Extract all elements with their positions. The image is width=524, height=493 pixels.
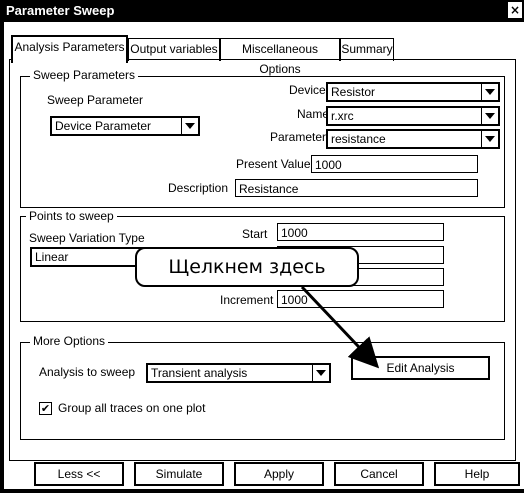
group-traces-label: Group all traces on one plot (58, 401, 206, 415)
tab-summary[interactable]: Summary (340, 38, 394, 61)
window-frame-bottom (0, 489, 524, 493)
sweep-parameter-label: Sweep Parameter (47, 93, 144, 107)
window-frame-left (0, 22, 4, 493)
description-label: Description (168, 181, 229, 195)
variation-type-label: Sweep Variation Type (29, 231, 145, 245)
window-title: Parameter Sweep (6, 3, 115, 18)
sweep-parameter-select[interactable]: Device Parameter (50, 116, 200, 136)
name-label: Name (297, 107, 330, 121)
less-button[interactable]: Less << (34, 462, 124, 486)
apply-button[interactable]: Apply (234, 462, 324, 486)
name-select[interactable]: r.xrc (326, 106, 500, 126)
tab-output-variables[interactable]: Output variables (128, 38, 220, 61)
description-field[interactable]: Resistance (235, 179, 478, 197)
start-label: Start (242, 227, 268, 241)
title-bar: Parameter Sweep × (0, 0, 524, 22)
chevron-down-icon[interactable] (481, 108, 498, 124)
device-select[interactable]: Resistor (326, 82, 500, 102)
sweep-parameter-value: Device Parameter (55, 119, 152, 133)
edit-analysis-button[interactable]: Edit Analysis (351, 356, 490, 380)
chevron-down-icon[interactable] (181, 118, 198, 134)
chevron-down-icon[interactable] (312, 365, 329, 381)
simulate-button[interactable]: Simulate (134, 462, 224, 486)
device-value: Resistor (331, 85, 376, 99)
present-value-label: Present Value (236, 157, 311, 171)
tab-miscellaneous-options[interactable]: Miscellaneous Options (220, 38, 340, 76)
parameter-label: Parameter (270, 130, 327, 144)
parameter-sweep-dialog: Parameter Sweep × Analysis Parameters Ou… (0, 0, 524, 493)
device-label: Device (289, 83, 326, 97)
analysis-to-sweep-select[interactable]: Transient analysis (146, 363, 331, 383)
more-options-legend: More Options (30, 334, 109, 348)
sweep-parameters-legend: Sweep Parameters (30, 68, 139, 82)
cancel-button[interactable]: Cancel (334, 462, 424, 486)
callout-annotation: Щелкнем здесь (135, 247, 359, 287)
tab-analysis-parameters[interactable]: Analysis Parameters (11, 35, 128, 63)
present-value-field[interactable]: 1000 (311, 155, 478, 173)
increment-label: Increment (220, 293, 274, 307)
group-traces-checkbox[interactable]: ✔ (39, 402, 52, 415)
analysis-to-sweep-label: Analysis to sweep (39, 365, 136, 379)
start-field[interactable]: 1000 (277, 223, 444, 241)
chevron-down-icon[interactable] (481, 131, 498, 147)
parameter-select[interactable]: resistance (326, 129, 500, 149)
name-value: r.xrc (331, 109, 354, 123)
increment-field[interactable]: 1000 (277, 290, 444, 308)
help-button[interactable]: Help (434, 462, 520, 486)
parameter-value: resistance (331, 132, 386, 146)
chevron-down-icon[interactable] (481, 84, 498, 100)
close-icon[interactable]: × (508, 2, 522, 18)
points-to-sweep-legend: Points to sweep (26, 209, 117, 223)
analysis-to-sweep-value: Transient analysis (151, 366, 248, 380)
